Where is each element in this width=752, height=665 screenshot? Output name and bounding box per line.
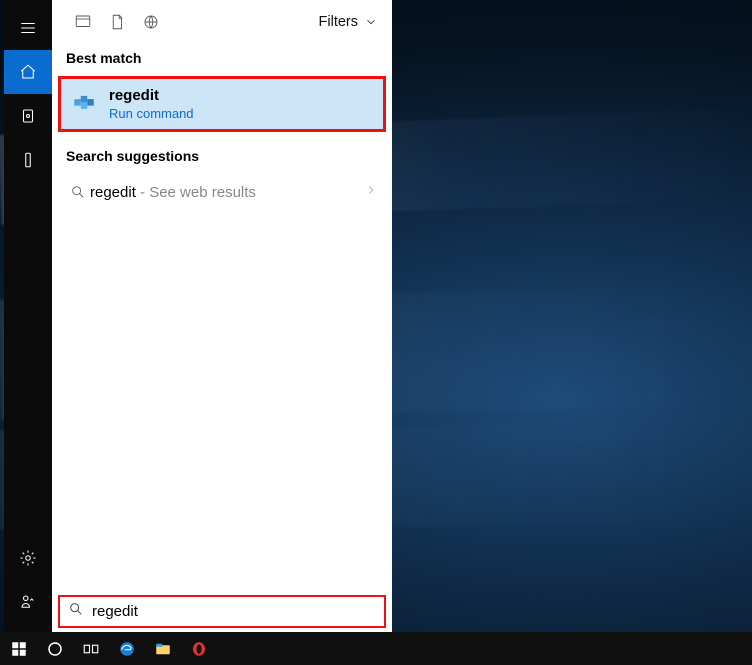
rail-settings-button[interactable] xyxy=(4,536,52,580)
rail-device-button[interactable] xyxy=(4,138,52,182)
search-input[interactable] xyxy=(92,603,376,620)
rail-notebook-button[interactable] xyxy=(4,94,52,138)
taskbar-edge-icon[interactable] xyxy=(110,632,144,665)
suggestion-term: regedit xyxy=(90,184,136,201)
taskview-button[interactable] xyxy=(74,632,108,665)
rail-feedback-button[interactable] xyxy=(4,580,52,624)
cortana-rail xyxy=(4,0,52,632)
start-search-popup: Filters Best match regedit Run command S… xyxy=(4,0,392,632)
rail-menu-button[interactable] xyxy=(4,6,52,50)
filters-dropdown[interactable]: Filters xyxy=(319,14,378,30)
search-box[interactable] xyxy=(58,595,386,628)
best-match-title: regedit xyxy=(109,87,194,104)
suggestions-label: Search suggestions xyxy=(52,132,392,172)
regedit-icon xyxy=(71,91,97,117)
suggestion-hint: - See web results xyxy=(136,184,256,201)
web-suggestion[interactable]: regedit - See web results xyxy=(52,172,392,212)
cortana-button[interactable] xyxy=(38,632,72,665)
best-match-subtitle: Run command xyxy=(109,106,194,121)
search-results-panel: Filters Best match regedit Run command S… xyxy=(52,0,392,632)
filter-documents-icon[interactable] xyxy=(100,13,134,31)
rail-home-button[interactable] xyxy=(4,50,52,94)
start-button[interactable] xyxy=(2,632,36,665)
filters-label: Filters xyxy=(319,14,358,30)
search-icon xyxy=(66,184,90,200)
best-match-label: Best match xyxy=(52,44,392,76)
best-match-result[interactable]: regedit Run command xyxy=(58,76,386,132)
best-match-text: regedit Run command xyxy=(109,87,194,121)
filter-web-icon[interactable] xyxy=(134,13,168,31)
search-icon xyxy=(68,601,84,622)
filter-row: Filters xyxy=(52,0,392,44)
taskbar-opera-icon[interactable] xyxy=(182,632,216,665)
filter-apps-icon[interactable] xyxy=(66,13,100,31)
chevron-down-icon xyxy=(364,15,378,29)
taskbar xyxy=(0,632,752,665)
taskbar-explorer-icon[interactable] xyxy=(146,632,180,665)
chevron-right-icon xyxy=(364,183,378,202)
